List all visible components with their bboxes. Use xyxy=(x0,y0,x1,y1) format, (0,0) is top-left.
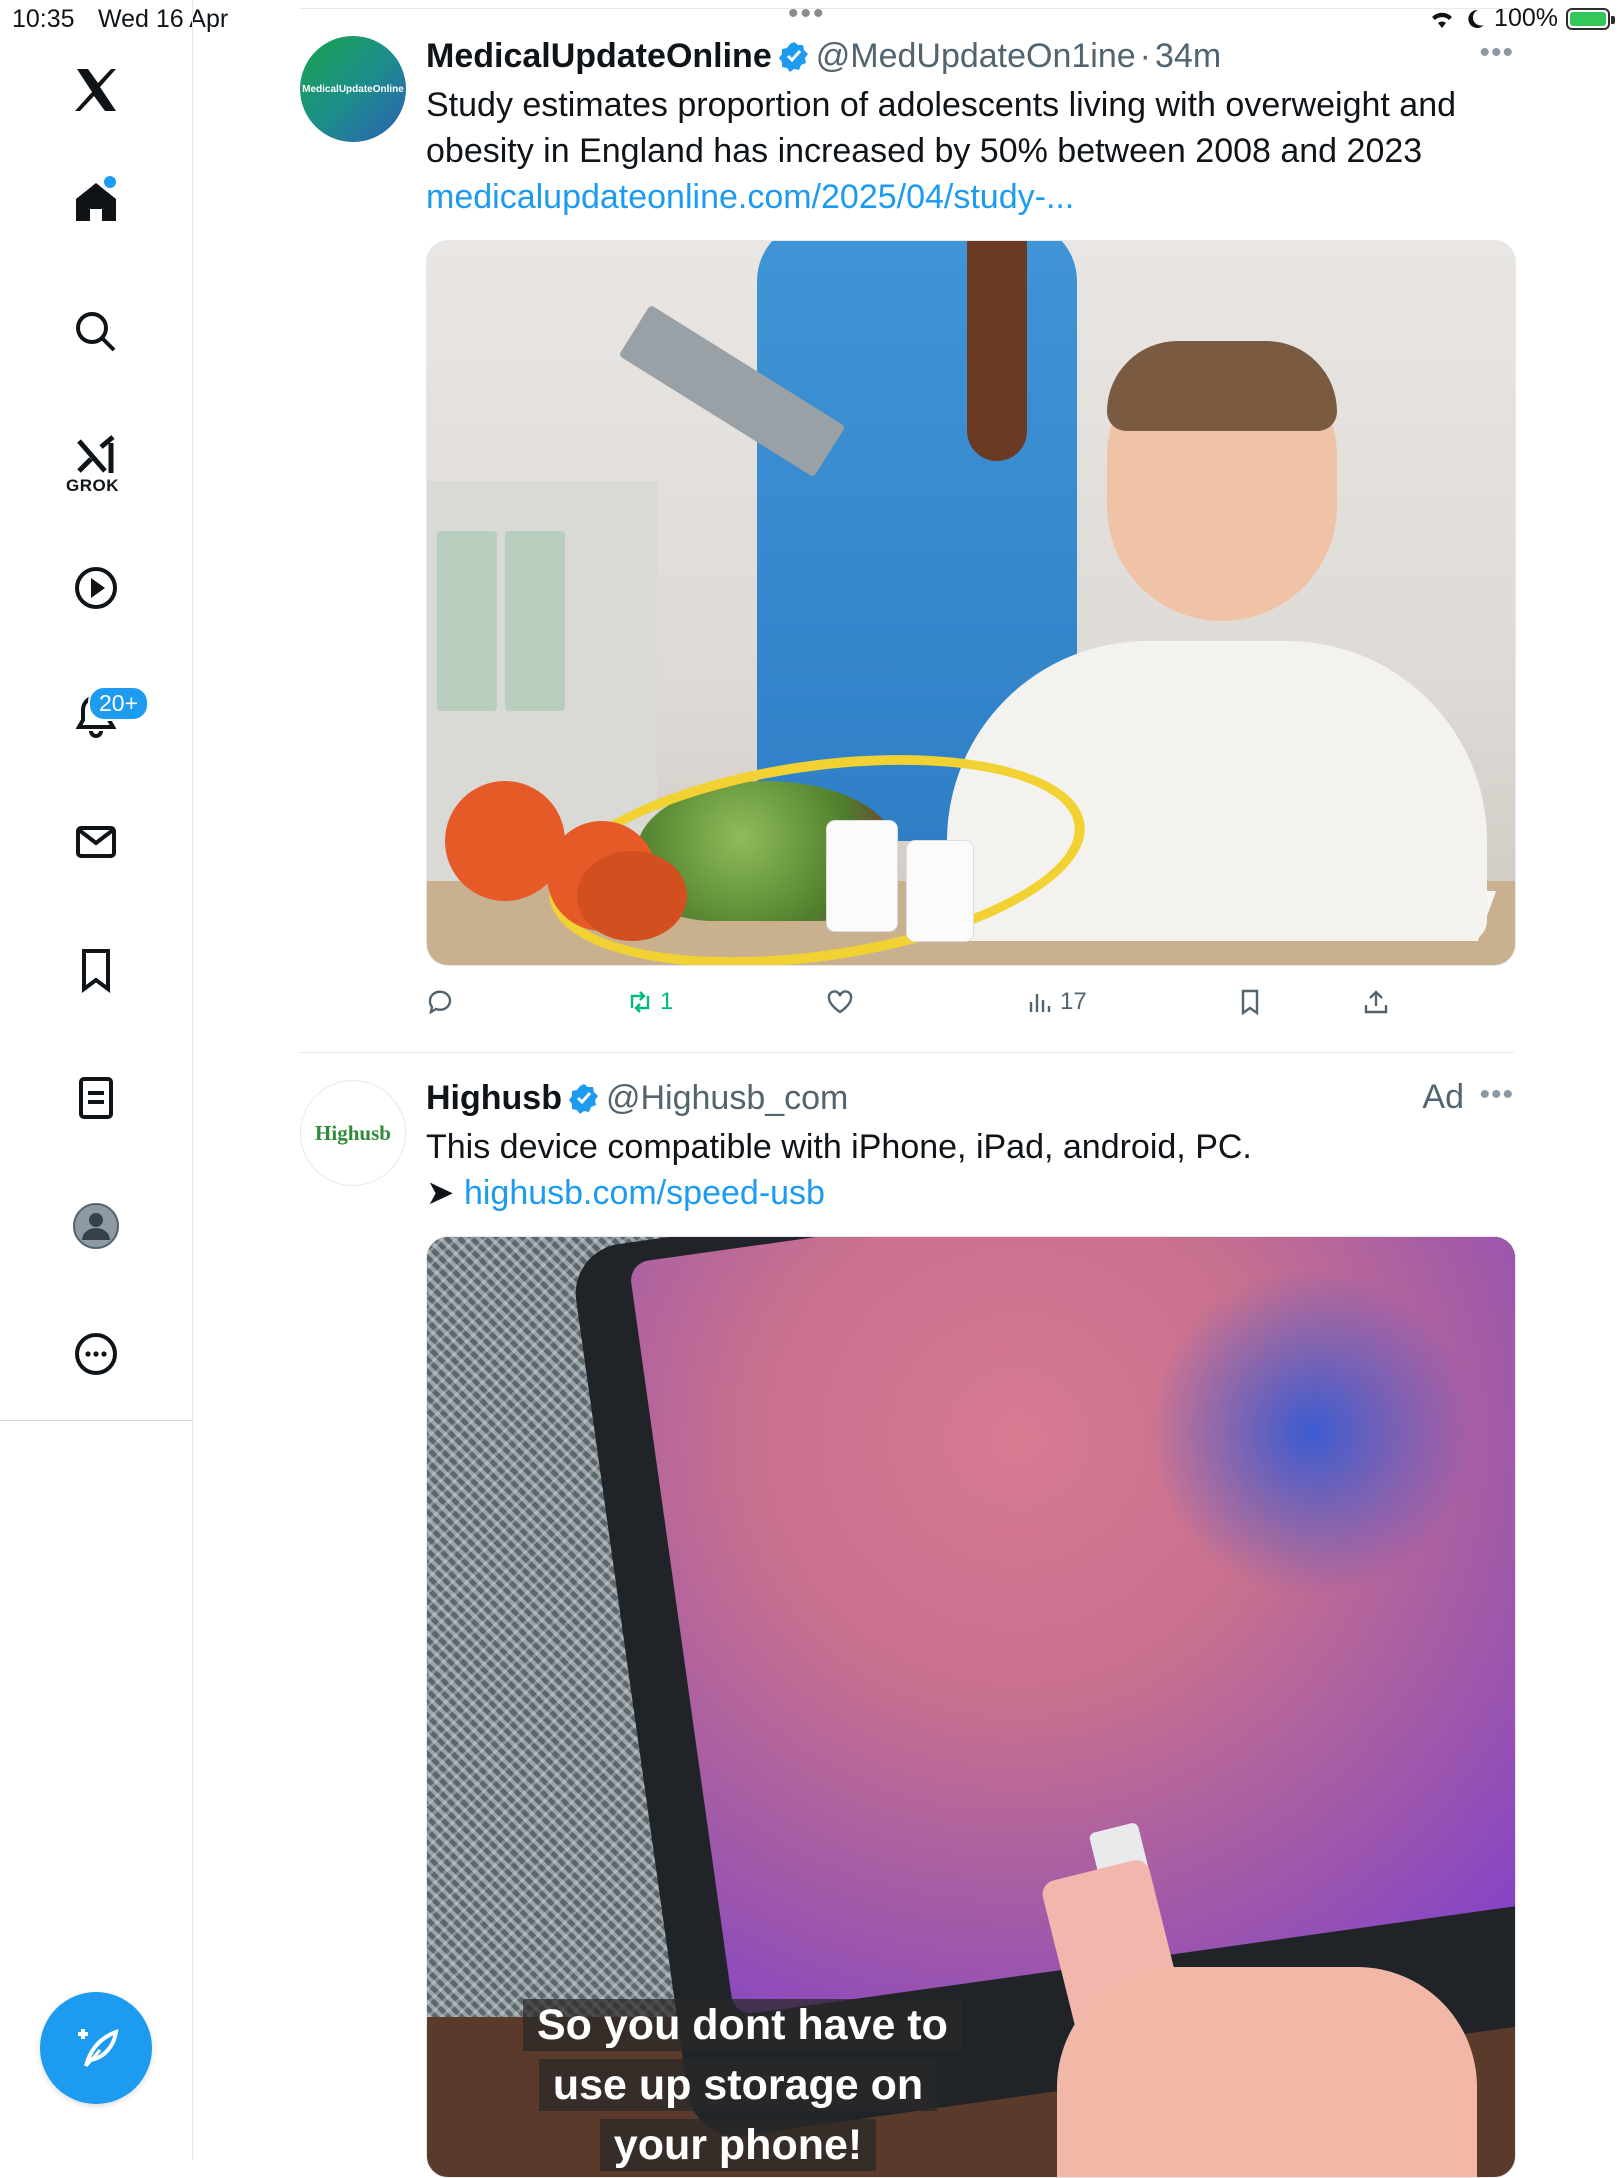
avatar-logo-text: MedicalUpdateOnline xyxy=(302,83,404,95)
profile-icon[interactable] xyxy=(56,1186,136,1266)
repost-button[interactable]: 1 xyxy=(626,988,673,1016)
bookmarks-icon[interactable] xyxy=(56,930,136,1010)
arrow-glyph: ➤ xyxy=(426,1174,455,1212)
sidebar-divider xyxy=(0,1420,192,1421)
tweet-body: Study estimates proportion of adolescent… xyxy=(426,86,1457,170)
avatar[interactable]: MedicalUpdateOnline xyxy=(300,36,406,142)
tweet-more-icon[interactable]: ••• xyxy=(1479,36,1514,70)
tweet-text: Study estimates proportion of adolescent… xyxy=(426,82,1514,220)
views-button[interactable]: 17 xyxy=(1026,988,1087,1016)
verified-badge-icon xyxy=(568,1084,598,1114)
repost-count: 1 xyxy=(660,988,674,1015)
video-caption: So you dont have to use up storage on yo… xyxy=(523,1995,962,2175)
ad-label: Ad xyxy=(1422,1078,1464,1116)
verified-badge-icon xyxy=(778,42,808,72)
tweet-video[interactable]: So you dont have to use up storage on yo… xyxy=(426,1236,1516,2178)
reply-icon xyxy=(428,990,452,1015)
views-icon xyxy=(1029,994,1051,1012)
video-icon[interactable] xyxy=(56,548,136,628)
author-handle[interactable]: @MedUpdateOn1ine xyxy=(816,36,1136,76)
author-name[interactable]: Highusb xyxy=(426,1078,562,1118)
multitasking-dots-icon[interactable]: ••• xyxy=(788,0,826,29)
battery-icon xyxy=(1566,7,1615,30)
tweet-body: This device compatible with iPhone, iPad… xyxy=(426,1128,1252,1166)
focus-moon-icon xyxy=(1468,9,1485,28)
sidebar: GROK 20+ xyxy=(0,0,193,2160)
home-unread-dot xyxy=(104,176,116,188)
avatar-logo-text: Highusb xyxy=(315,1120,391,1145)
feed-top-divider xyxy=(300,8,1514,9)
author-name[interactable]: MedicalUpdateOnline xyxy=(426,36,772,76)
tweet-time[interactable]: 34m xyxy=(1155,36,1221,76)
reply-button[interactable] xyxy=(426,988,454,1016)
wifi-icon xyxy=(1432,12,1453,28)
views-count: 17 xyxy=(1060,988,1087,1015)
bookmark-button[interactable] xyxy=(1236,988,1264,1016)
heart-icon xyxy=(827,990,853,1014)
grok-label: GROK xyxy=(66,476,119,495)
lists-icon[interactable] xyxy=(56,1058,136,1138)
compose-button[interactable] xyxy=(40,1992,152,2104)
messages-icon[interactable] xyxy=(56,802,136,882)
author-handle[interactable]: @Highusb_com xyxy=(606,1078,848,1118)
feather-plus-icon xyxy=(78,2028,119,2067)
repost-icon xyxy=(630,991,650,1013)
share-icon xyxy=(1364,990,1388,1014)
search-icon[interactable] xyxy=(56,292,136,372)
like-button[interactable] xyxy=(826,988,854,1016)
bookmark-icon xyxy=(1241,989,1259,1016)
tweet-image[interactable] xyxy=(426,240,1516,966)
tweet-text: This device compatible with iPhone, iPad… xyxy=(426,1124,1514,1216)
header-separator: · xyxy=(1139,37,1151,75)
x-logo-icon[interactable] xyxy=(56,50,136,130)
share-button[interactable] xyxy=(1362,988,1390,1016)
tweet-link[interactable]: medicalupdateonline.com/2025/04/study-..… xyxy=(426,178,1074,216)
notifications-badge: 20+ xyxy=(88,686,150,721)
tweet-link[interactable]: highusb.com/speed-usb xyxy=(464,1174,825,1212)
tweet-divider xyxy=(300,1052,1514,1053)
tweet-more-icon[interactable]: ••• xyxy=(1479,1078,1514,1112)
tweet-actions: 1 17 xyxy=(426,988,1514,1038)
status-bar: 10:35 Wed 16 Apr ••• 100% xyxy=(0,0,1620,40)
avatar[interactable]: Highusb xyxy=(300,1080,406,1186)
more-icon[interactable] xyxy=(56,1314,136,1394)
tweet-header: MedicalUpdateOnline @MedUpdateOn1ine · 3… xyxy=(426,36,1514,76)
home-icon[interactable] xyxy=(56,162,136,242)
tweet-header: Highusb @Highusb_com xyxy=(426,1078,1514,1118)
